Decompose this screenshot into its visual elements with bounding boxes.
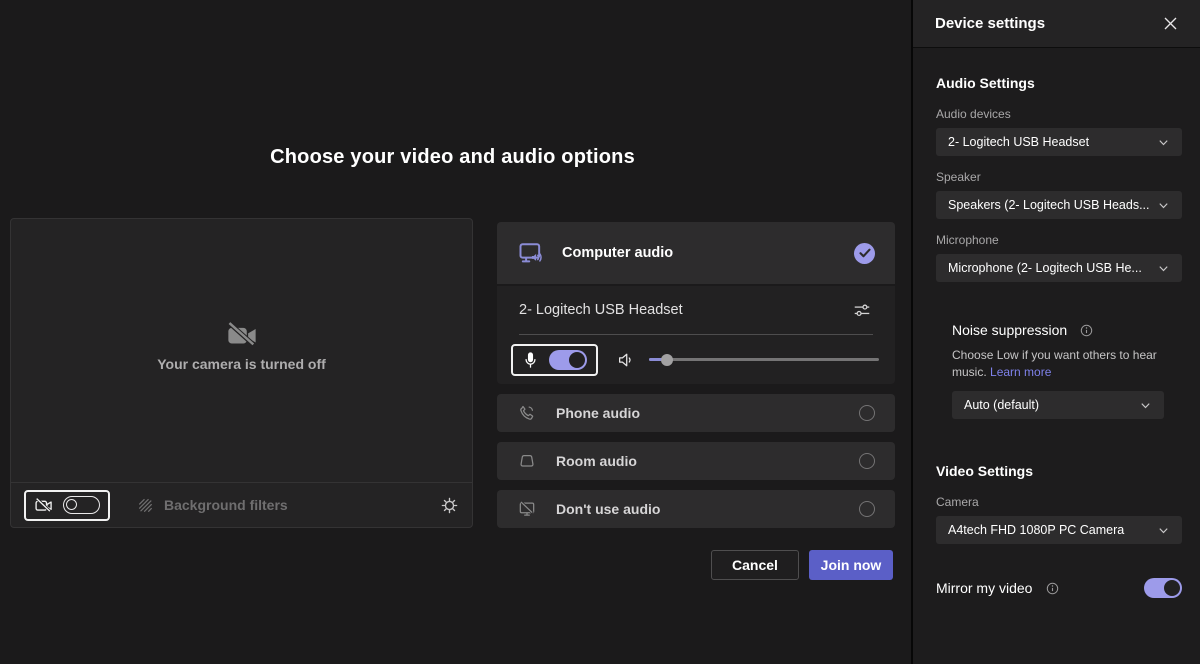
mic-icon: [522, 350, 539, 370]
microphone-value: Microphone (2- Logitech USB He...: [948, 261, 1149, 275]
panel-title: Device settings: [935, 15, 1045, 32]
noise-suppression-section: Noise suppression Choose Low if you want…: [952, 322, 1182, 419]
audio-device-row: 2- Logitech USB Headset: [497, 286, 895, 334]
camera-dropdown[interactable]: A4tech FHD 1080P PC Camera: [936, 516, 1182, 544]
teams-prejoin-screen: Choose your video and audio options Your…: [0, 0, 1200, 664]
chevron-down-icon: [1157, 524, 1170, 537]
room-audio-label: Room audio: [556, 453, 637, 469]
no-audio-radio[interactable]: [859, 501, 875, 517]
computer-audio-detail: 2- Logitech USB Headset: [497, 286, 895, 384]
phone-audio-icon: [517, 403, 537, 423]
learn-more-link[interactable]: Learn more: [990, 365, 1051, 379]
camera-preview: Your camera is turned off: [10, 218, 473, 528]
camera-label: Camera: [936, 495, 1182, 509]
volume-slider[interactable]: [649, 358, 879, 361]
mic-toggle-switch[interactable]: [549, 350, 587, 370]
chevron-down-icon: [1157, 199, 1170, 212]
cancel-button[interactable]: Cancel: [711, 550, 799, 580]
panel-header: Device settings: [913, 0, 1200, 48]
background-filters-button[interactable]: Background filters: [136, 496, 288, 514]
phone-audio-option[interactable]: Phone audio: [497, 394, 895, 432]
speaker-value: Speakers (2- Logitech USB Heads...: [948, 198, 1149, 212]
camera-toggle[interactable]: [24, 490, 110, 521]
close-icon[interactable]: [1163, 16, 1178, 31]
background-filters-label: Background filters: [164, 497, 288, 513]
audio-devices-label: Audio devices: [936, 107, 1182, 121]
no-audio-label: Don't use audio: [556, 501, 660, 517]
speaker-volume: [616, 350, 881, 370]
room-audio-radio[interactable]: [859, 453, 875, 469]
audio-settings-heading: Audio Settings: [936, 75, 1182, 91]
chevron-down-icon: [1139, 399, 1152, 412]
panel-body: Audio Settings Audio devices 2- Logitech…: [913, 48, 1200, 598]
camera-preview-footer: Background filters: [11, 482, 472, 527]
speaker-dropdown[interactable]: Speakers (2- Logitech USB Heads...: [936, 191, 1182, 219]
no-audio-option[interactable]: Don't use audio: [497, 490, 895, 528]
camera-off-icon: [225, 319, 259, 349]
chevron-down-icon: [1157, 262, 1170, 275]
footer-actions: Cancel Join now: [711, 550, 893, 580]
mirror-video-toggle-knob: [1164, 580, 1180, 596]
mic-toggle[interactable]: [511, 344, 598, 376]
microphone-label: Microphone: [936, 233, 1182, 247]
phone-audio-radio[interactable]: [859, 405, 875, 421]
room-audio-icon: [517, 451, 537, 471]
background-filters-icon: [136, 496, 154, 514]
mirror-video-label: Mirror my video: [936, 580, 1032, 596]
room-audio-option[interactable]: Room audio: [497, 442, 895, 480]
mic-toggle-knob: [569, 352, 585, 368]
noise-suppression-value: Auto (default): [964, 398, 1131, 412]
volume-slider-thumb[interactable]: [661, 354, 673, 366]
noise-suppression-dropdown[interactable]: Auto (default): [952, 391, 1164, 419]
camera-toggle-knob: [66, 499, 77, 510]
computer-audio-icon: [517, 240, 545, 266]
camera-toggle-switch[interactable]: [63, 496, 100, 514]
device-options-icon[interactable]: [851, 300, 873, 320]
join-now-button[interactable]: Join now: [809, 550, 893, 580]
info-icon[interactable]: [1080, 324, 1093, 337]
device-settings-gear-icon[interactable]: [440, 496, 459, 515]
microphone-dropdown[interactable]: Microphone (2- Logitech USB He...: [936, 254, 1182, 282]
audio-devices-dropdown[interactable]: 2- Logitech USB Headset: [936, 128, 1182, 156]
mic-volume-row: [497, 335, 895, 384]
prejoin-main: Choose your video and audio options Your…: [0, 0, 911, 664]
device-settings-panel: Device settings Audio Settings Audio dev…: [911, 0, 1200, 664]
computer-audio-option[interactable]: Computer audio: [497, 222, 895, 284]
chevron-down-icon: [1157, 136, 1170, 149]
page-title: Choose your video and audio options: [0, 146, 905, 169]
no-audio-icon: [517, 499, 537, 519]
computer-audio-label: Computer audio: [562, 245, 673, 261]
video-settings-heading: Video Settings: [936, 463, 1182, 479]
phone-audio-label: Phone audio: [556, 405, 640, 421]
noise-suppression-description: Choose Low if you want others to hear mu…: [952, 347, 1176, 381]
mirror-video-toggle[interactable]: [1144, 578, 1182, 598]
camera-status-text: Your camera is turned off: [157, 356, 326, 372]
mirror-video-row: Mirror my video: [936, 578, 1182, 598]
camera-value: A4tech FHD 1080P PC Camera: [948, 523, 1149, 537]
camera-off-message: Your camera is turned off: [11, 319, 472, 372]
noise-suppression-title: Noise suppression: [952, 322, 1067, 338]
audio-device-name: 2- Logitech USB Headset: [519, 302, 683, 318]
audio-devices-value: 2- Logitech USB Headset: [948, 135, 1149, 149]
info-icon[interactable]: [1046, 582, 1059, 595]
selected-check-icon: [854, 243, 875, 264]
speaker-icon: [616, 350, 636, 370]
speaker-label: Speaker: [936, 170, 1182, 184]
audio-options: Computer audio 2- Logitech USB Headset: [497, 222, 895, 528]
camera-off-icon: [34, 497, 54, 514]
